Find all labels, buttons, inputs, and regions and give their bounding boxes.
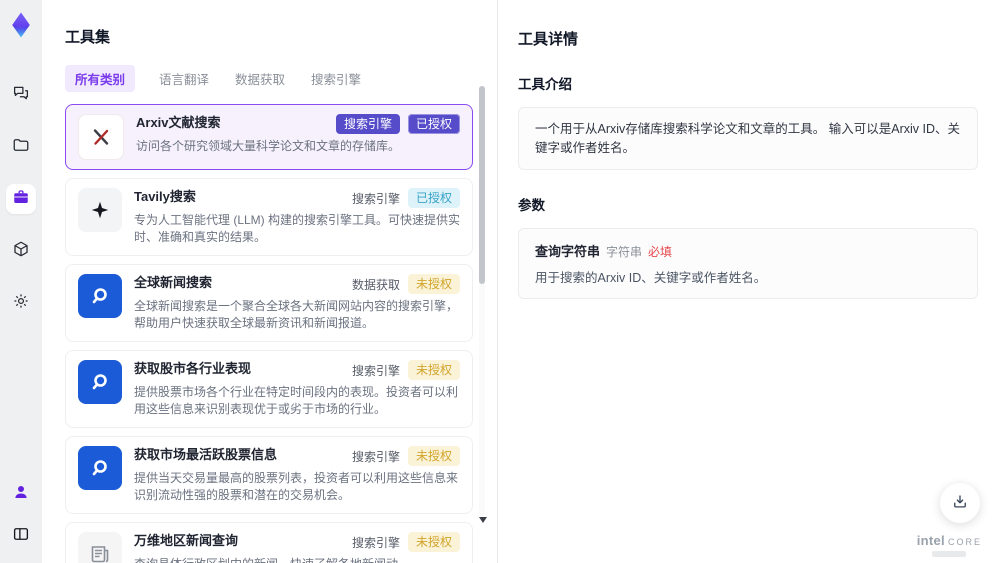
sidebar-item-toolbox[interactable] xyxy=(6,184,36,214)
sidebar-item-settings[interactable] xyxy=(6,288,36,318)
scroll-down-caret-icon[interactable] xyxy=(479,517,487,523)
brand-intel-text: intel xyxy=(916,533,945,548)
tool-card-tavily[interactable]: Tavily搜索 搜索引擎 已授权 专为人工智能代理 (LLM) 构建的搜索引擎… xyxy=(65,178,473,257)
magnifier-app-icon xyxy=(78,274,122,319)
tool-name: 获取股市各行业表现 xyxy=(134,361,252,377)
tool-name: 获取市场最活跃股票信息 xyxy=(134,447,278,463)
sidebar-item-user[interactable] xyxy=(6,479,36,509)
tab-data-acquisition[interactable]: 数据获取 xyxy=(233,65,287,92)
sidebar-item-models[interactable] xyxy=(6,236,36,266)
tool-name: 万维地区新闻查询 xyxy=(134,533,239,549)
tavily-star-icon xyxy=(78,188,122,233)
category-label: 搜索引擎 xyxy=(351,449,400,464)
chat-icon xyxy=(12,84,30,107)
tool-card-most-active-stocks[interactable]: 获取市场最活跃股票信息 搜索引擎 未授权 提供当天交易量最高的股票列表，投资者可… xyxy=(65,436,473,515)
status-badge: 未授权 xyxy=(407,274,460,295)
list-scrollbar-thumb[interactable] xyxy=(479,86,485,284)
category-tabs: 所有类别 语言翻译 数据获取 搜索引擎 xyxy=(65,65,497,93)
tool-card-sector-performance[interactable]: 获取股市各行业表现 搜索引擎 未授权 提供股票市场各个行业在特定时间段内的表现。… xyxy=(65,350,473,429)
tool-card-list: Arxiv文献搜索 搜索引擎 已授权 访问各个研究领域大量科学论文和文章的存储库… xyxy=(65,104,497,563)
tool-description: 提供当天交易量最高的股票列表，投资者可以利用这些信息来识别流动性强的股票和潜在的… xyxy=(134,471,459,503)
left-rail xyxy=(0,0,42,563)
params-section-title: 参数 xyxy=(518,198,545,214)
status-badge: 已授权 xyxy=(407,188,460,209)
category-label: 搜索引擎 xyxy=(351,535,400,550)
gear-icon xyxy=(12,292,30,315)
tool-list-panel: 工具集 所有类别 语言翻译 数据获取 搜索引擎 Arxiv文献搜索 搜索引擎 已… xyxy=(42,0,497,563)
app-window: 工具集 所有类别 语言翻译 数据获取 搜索引擎 Arxiv文献搜索 搜索引擎 已… xyxy=(0,0,1000,563)
detail-title: 工具详情 xyxy=(518,31,579,49)
status-badge: 未授权 xyxy=(407,360,460,381)
tool-card-arxiv[interactable]: Arxiv文献搜索 搜索引擎 已授权 访问各个研究领域大量科学论文和文章的存储库… xyxy=(65,104,473,171)
tool-description: 访问各个研究领域大量科学论文和文章的存储库。 xyxy=(136,139,401,154)
tool-description: 查询具体行政区划内的新闻，快速了解各地新闻动 xyxy=(134,556,460,563)
arxiv-icon xyxy=(78,114,124,161)
tool-name: 全球新闻搜索 xyxy=(134,275,213,291)
intro-section-title: 工具介绍 xyxy=(518,77,572,93)
tool-description: 提供股票市场各个行业在特定时间段内的表现。投资者可以利用这些信息来识别表现优于或… xyxy=(134,385,459,417)
magnifier-app-icon xyxy=(78,446,122,491)
user-icon xyxy=(12,483,30,506)
tool-description: 全球新闻搜索是一个聚合全球各大新闻网站内容的搜索引擎，帮助用户快速获取全球最新资… xyxy=(134,299,459,331)
tool-intro-box: 一个用于从Arxiv存储库搜索科学论文和文章的工具。 输入可以是Arxiv ID… xyxy=(518,106,978,171)
tool-description: 专为人工智能代理 (LLM) 构建的搜索引擎工具。可快速提供实时、准确和真实的结… xyxy=(134,213,461,245)
parameter-type: 字符串 xyxy=(606,244,643,259)
brand-sub-bar xyxy=(932,551,967,557)
category-label: 搜索引擎 xyxy=(351,191,400,206)
briefcase-icon xyxy=(12,188,30,211)
intel-core-logo: intel core xyxy=(917,533,982,557)
tab-all-categories[interactable]: 所有类别 xyxy=(65,65,136,93)
magnifier-app-icon xyxy=(78,360,122,405)
category-badge: 搜索引擎 xyxy=(335,114,400,135)
newspaper-icon xyxy=(78,532,122,563)
tab-language-translation[interactable]: 语言翻译 xyxy=(157,65,211,92)
tool-card-regional-news[interactable]: 万维地区新闻查询 搜索引擎 未授权 查询具体行政区划内的新闻，快速了解各地新闻动 xyxy=(65,522,473,563)
tab-search-engine[interactable]: 搜索引擎 xyxy=(309,65,363,92)
parameter-description: 用于搜索的Arxiv ID、关键字或作者姓名。 xyxy=(535,270,767,285)
sidebar-item-chat[interactable] xyxy=(6,80,36,110)
app-logo-gem-icon xyxy=(4,8,38,42)
panels-icon xyxy=(12,525,30,548)
brand-core-text: core xyxy=(947,533,982,548)
category-label: 搜索引擎 xyxy=(351,363,400,378)
cube-icon xyxy=(12,240,30,263)
status-badge: 未授权 xyxy=(407,446,460,467)
sidebar-item-files[interactable] xyxy=(6,132,36,162)
category-label: 数据获取 xyxy=(351,277,400,292)
folder-icon xyxy=(12,136,30,159)
download-button[interactable] xyxy=(940,483,980,523)
page-title: 工具集 xyxy=(65,29,111,47)
tool-name: Arxiv文献搜索 xyxy=(136,115,221,131)
parameter-name: 查询字符串 xyxy=(535,243,601,259)
list-scrollbar-track[interactable] xyxy=(479,86,485,516)
parameter-item: 查询字符串 字符串 必填 用于搜索的Arxiv ID、关键字或作者姓名。 xyxy=(518,227,978,299)
tool-name: Tavily搜索 xyxy=(134,189,196,205)
tool-detail-panel: 工具详情 工具介绍 一个用于从Arxiv存储库搜索科学论文和文章的工具。 输入可… xyxy=(497,0,1000,563)
download-icon xyxy=(951,493,969,514)
parameter-required-flag: 必填 xyxy=(648,244,673,259)
status-badge: 未授权 xyxy=(407,532,460,553)
status-badge: 已授权 xyxy=(407,114,460,135)
sidebar-item-toggle-panel[interactable] xyxy=(6,521,36,551)
tool-card-global-news[interactable]: 全球新闻搜索 数据获取 未授权 全球新闻搜索是一个聚合全球各大新闻网站内容的搜索… xyxy=(65,264,473,343)
